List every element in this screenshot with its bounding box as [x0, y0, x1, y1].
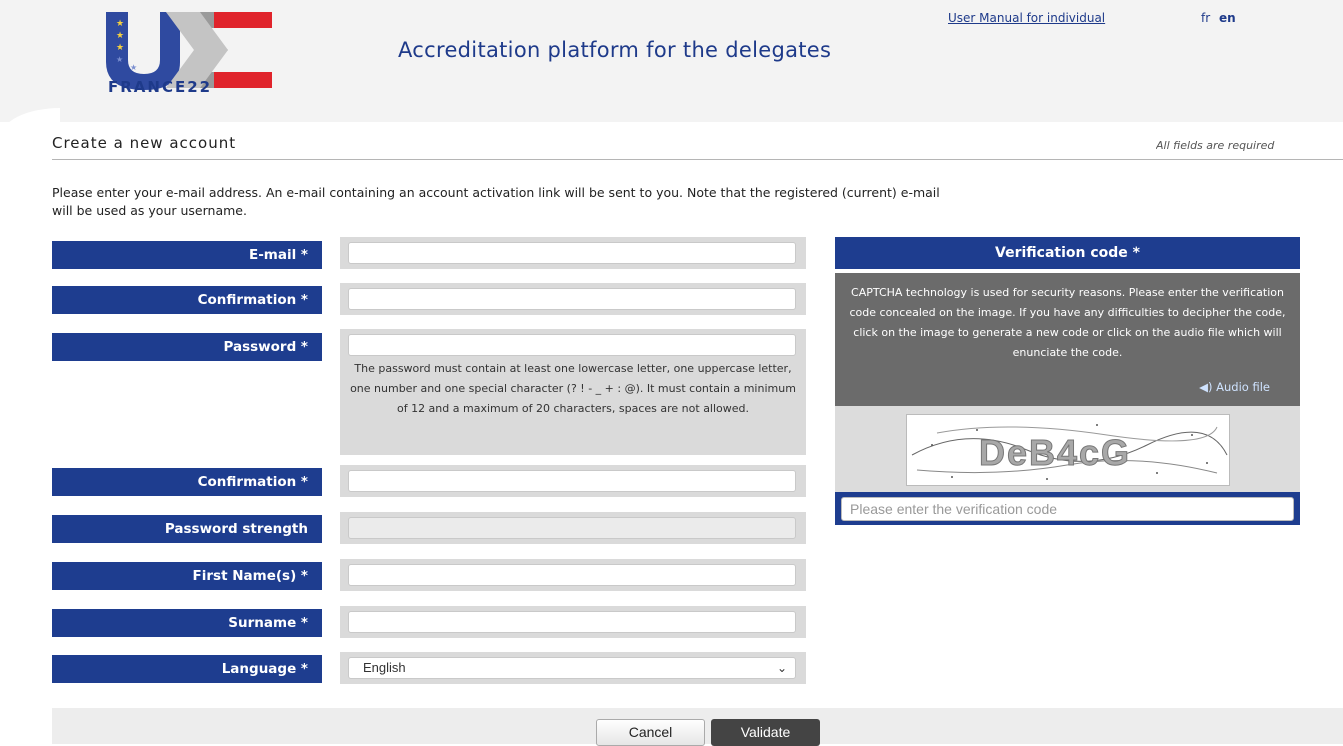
svg-text:★: ★	[116, 19, 124, 29]
password-input[interactable]	[348, 334, 796, 356]
email-confirmation-field-box	[340, 283, 806, 315]
first-name-field-box	[340, 559, 806, 591]
audio-file-label: Audio file	[1216, 380, 1270, 394]
captcha-info-text: CAPTCHA technology is used for security …	[849, 286, 1286, 359]
language-select[interactable]: English ⌄	[348, 657, 796, 679]
first-name-input[interactable]	[348, 564, 796, 586]
site-header: ★ ★ ★ ★ ★ FRANCE22 Accreditation platfor…	[0, 0, 1343, 122]
language-en-link[interactable]: en	[1219, 11, 1236, 25]
email-input[interactable]	[348, 242, 796, 264]
svg-text:★: ★	[130, 63, 137, 72]
password-hint: The password must contain at least one l…	[350, 362, 796, 415]
platform-title: Accreditation platform for the delegates	[398, 38, 832, 62]
svg-text:★: ★	[116, 43, 124, 53]
password-confirmation-field-box	[340, 465, 806, 497]
email-field-box	[340, 237, 806, 269]
cancel-button[interactable]: Cancel	[596, 719, 705, 746]
svg-text:★: ★	[116, 55, 123, 64]
password-confirmation-input[interactable]	[348, 470, 796, 492]
language-field-box: English ⌄	[340, 652, 806, 684]
required-note: All fields are required	[1156, 139, 1275, 152]
language-fr-link[interactable]: fr	[1201, 11, 1210, 25]
email-confirmation-input[interactable]	[348, 288, 796, 310]
password-confirmation-label: Confirmation *	[52, 468, 322, 496]
audio-file-link[interactable]: ◀) Audio file	[1199, 377, 1270, 397]
logo-text: FRANCE22	[108, 78, 213, 96]
password-strength-meter	[348, 517, 796, 539]
email-confirmation-label: Confirmation *	[52, 286, 322, 314]
surname-field-box	[340, 606, 806, 638]
validate-button[interactable]: Validate	[711, 719, 820, 746]
speaker-icon: ◀)	[1199, 380, 1213, 394]
intro-line-1: Please enter your e-mail address. An e-m…	[52, 185, 940, 200]
password-label: Password *	[52, 333, 322, 361]
divider	[52, 159, 1343, 160]
verification-input-area	[835, 492, 1300, 525]
surname-input[interactable]	[348, 611, 796, 633]
language-selected-value: English	[363, 660, 406, 675]
intro-line-2: will be used as your username.	[52, 203, 247, 218]
first-name-label: First Name(s) *	[52, 562, 322, 590]
chevron-down-icon: ⌄	[776, 661, 787, 675]
captcha-image-area: DeB4cG	[835, 406, 1300, 492]
email-label: E-mail *	[52, 241, 322, 269]
svg-text:★: ★	[116, 31, 124, 41]
verification-code-header: Verification code *	[835, 237, 1300, 269]
verification-code-input[interactable]	[841, 497, 1294, 521]
password-strength-label: Password strength	[52, 515, 322, 543]
user-manual-link[interactable]: User Manual for individual	[948, 11, 1105, 25]
surname-label: Surname *	[52, 609, 322, 637]
password-field-box: The password must contain at least one l…	[340, 329, 806, 455]
captcha-image[interactable]: DeB4cG	[906, 414, 1230, 486]
page-title: Create a new account	[52, 134, 237, 152]
language-label: Language *	[52, 655, 322, 683]
intro-text: Please enter your e-mail address. An e-m…	[52, 184, 1343, 220]
password-strength-field-box	[340, 512, 806, 544]
captcha-text: DeB4cG	[979, 432, 1131, 473]
verification-info-panel: CAPTCHA technology is used for security …	[835, 273, 1300, 406]
